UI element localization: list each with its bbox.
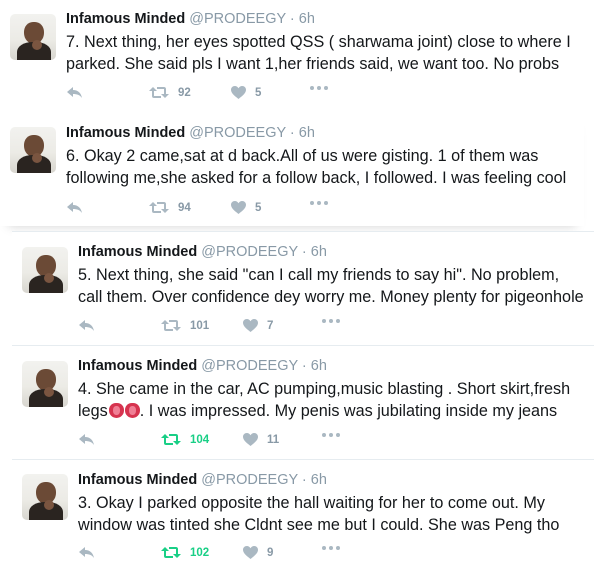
heart-icon bbox=[243, 433, 258, 446]
author-handle[interactable]: @PRODEEGY · 6h bbox=[189, 125, 315, 141]
like-count: 7 bbox=[267, 319, 274, 332]
reply-icon bbox=[79, 320, 94, 331]
more-button[interactable] bbox=[322, 319, 340, 323]
tongue-emoji bbox=[124, 403, 140, 418]
tweet-actions: 101 7 bbox=[78, 319, 498, 335]
reply-button[interactable] bbox=[66, 86, 83, 99]
heart-icon bbox=[231, 201, 246, 214]
tweet-actions: 94 5 bbox=[66, 201, 486, 217]
tweet-actions: 102 9 bbox=[78, 546, 498, 562]
like-button[interactable]: 5 bbox=[231, 86, 261, 99]
avatar[interactable] bbox=[22, 474, 68, 520]
tweet-5[interactable]: Infamous Minded @PRODEEGY · 6h 5. Next t… bbox=[12, 231, 594, 343]
retweet-icon bbox=[161, 320, 181, 331]
more-icon bbox=[310, 201, 328, 205]
retweet-button[interactable]: 92 bbox=[149, 86, 191, 99]
retweet-count: 104 bbox=[190, 433, 210, 446]
like-button[interactable]: 9 bbox=[243, 546, 273, 559]
heart-icon bbox=[231, 86, 246, 99]
tweet-header: Infamous Minded @PRODEEGY · 6h bbox=[66, 10, 571, 28]
author-handle[interactable]: @PRODEEGY · 6h bbox=[189, 11, 315, 27]
like-count: 11 bbox=[267, 433, 280, 446]
tweet-text-line: legs . I was impressed. My penis was jubi… bbox=[78, 400, 570, 422]
like-button[interactable]: 7 bbox=[243, 319, 273, 332]
more-icon bbox=[322, 433, 340, 437]
reply-icon bbox=[67, 202, 82, 213]
reply-icon bbox=[79, 434, 94, 445]
more-button[interactable] bbox=[322, 546, 340, 550]
tongue-emoji bbox=[108, 403, 124, 418]
reply-button[interactable] bbox=[78, 546, 95, 559]
tweet-text-line: parked. She said pls I want 1,her friend… bbox=[66, 55, 560, 73]
retweet-button[interactable]: 102 bbox=[161, 546, 209, 559]
more-button[interactable] bbox=[322, 433, 340, 437]
retweet-button[interactable]: 94 bbox=[149, 201, 191, 214]
author-name[interactable]: Infamous Minded bbox=[66, 125, 185, 141]
tweet-text-line: call them. Over confidence dey worry me.… bbox=[78, 288, 584, 306]
author-handle[interactable]: @PRODEEGY · 6h bbox=[201, 472, 327, 488]
avatar[interactable] bbox=[10, 127, 56, 173]
avatar[interactable] bbox=[10, 14, 56, 60]
like-count: 5 bbox=[255, 86, 262, 99]
more-button[interactable] bbox=[310, 86, 328, 90]
tweet-text-line: following me,she asked for a follow back… bbox=[66, 169, 567, 187]
author-name[interactable]: Infamous Minded bbox=[66, 11, 185, 27]
reply-button[interactable] bbox=[66, 201, 83, 214]
avatar[interactable] bbox=[22, 361, 68, 407]
retweet-button[interactable]: 101 bbox=[161, 319, 209, 332]
more-icon bbox=[310, 86, 328, 90]
reply-button[interactable] bbox=[78, 319, 95, 332]
tweet-text-line: 6. Okay 2 came,sat at d back.All of us w… bbox=[66, 147, 539, 165]
author-handle[interactable]: @PRODEEGY · 6h bbox=[201, 244, 327, 260]
retweet-count: 94 bbox=[178, 201, 191, 214]
heart-icon bbox=[243, 319, 258, 332]
tweet-actions: 104 11 bbox=[78, 433, 498, 449]
tweet-header: Infamous Minded @PRODEEGY · 6h bbox=[78, 471, 559, 489]
tweet-7[interactable]: Infamous Minded @PRODEEGY · 6h 7. Next t… bbox=[0, 0, 594, 112]
tweet-text-line: window was tinted she Cldnt see me but I… bbox=[78, 516, 560, 534]
like-button[interactable]: 5 bbox=[231, 201, 261, 214]
retweet-count: 102 bbox=[190, 546, 210, 559]
retweet-icon bbox=[161, 547, 181, 558]
tweet-text: 4. She came in the car, AC pumping,music… bbox=[78, 378, 570, 422]
tweet-text: 5. Next thing, she said "can I call my f… bbox=[78, 264, 584, 308]
more-icon bbox=[322, 319, 340, 323]
retweet-count: 92 bbox=[178, 86, 191, 99]
tweet-3[interactable]: Infamous Minded @PRODEEGY · 6h 3. Okay I… bbox=[12, 459, 594, 568]
tweet-text-fragment: . I was impressed. My penis was jubilati… bbox=[139, 402, 558, 420]
tweet-actions: 92 5 bbox=[66, 86, 486, 102]
heart-icon bbox=[243, 546, 258, 559]
tweet-text-line: 4. She came in the car, AC pumping,music… bbox=[78, 380, 571, 398]
reply-icon bbox=[79, 547, 94, 558]
author-name[interactable]: Infamous Minded bbox=[78, 472, 197, 488]
tweet-6[interactable]: Infamous Minded @PRODEEGY · 6h 6. Okay 2… bbox=[0, 112, 584, 226]
reply-button[interactable] bbox=[78, 433, 95, 446]
tweet-text: 3. Okay I parked opposite the hall waiti… bbox=[78, 492, 559, 536]
tweet-text-line: 7. Next thing, her eyes spotted QSS ( sh… bbox=[66, 33, 571, 51]
avatar[interactable] bbox=[22, 247, 68, 293]
tweet-4[interactable]: Infamous Minded @PRODEEGY · 6h 4. She ca… bbox=[12, 345, 594, 457]
tweet-text-line: 3. Okay I parked opposite the hall waiti… bbox=[78, 494, 545, 512]
tweet-header: Infamous Minded @PRODEEGY · 6h bbox=[78, 243, 584, 261]
retweet-button[interactable]: 104 bbox=[161, 433, 209, 446]
more-icon bbox=[322, 546, 340, 550]
author-name[interactable]: Infamous Minded bbox=[78, 358, 197, 374]
tweet-header: Infamous Minded @PRODEEGY · 6h bbox=[66, 124, 566, 142]
more-button[interactable] bbox=[310, 201, 328, 205]
like-button[interactable]: 11 bbox=[243, 433, 279, 446]
tweet-text-line: 5. Next thing, she said "can I call my f… bbox=[78, 266, 560, 284]
tweet-text-fragment: legs bbox=[78, 402, 108, 420]
tweet-header: Infamous Minded @PRODEEGY · 6h bbox=[78, 357, 570, 375]
like-count: 9 bbox=[267, 546, 274, 559]
retweet-icon bbox=[149, 87, 169, 98]
tweet-text: 7. Next thing, her eyes spotted QSS ( sh… bbox=[66, 31, 571, 75]
author-handle[interactable]: @PRODEEGY · 6h bbox=[201, 358, 327, 374]
retweet-icon bbox=[161, 434, 181, 445]
reply-icon bbox=[67, 87, 82, 98]
retweet-icon bbox=[149, 202, 169, 213]
author-name[interactable]: Infamous Minded bbox=[78, 244, 197, 260]
like-count: 5 bbox=[255, 201, 262, 214]
tweet-text: 6. Okay 2 came,sat at d back.All of us w… bbox=[66, 145, 566, 189]
retweet-count: 101 bbox=[190, 319, 210, 332]
